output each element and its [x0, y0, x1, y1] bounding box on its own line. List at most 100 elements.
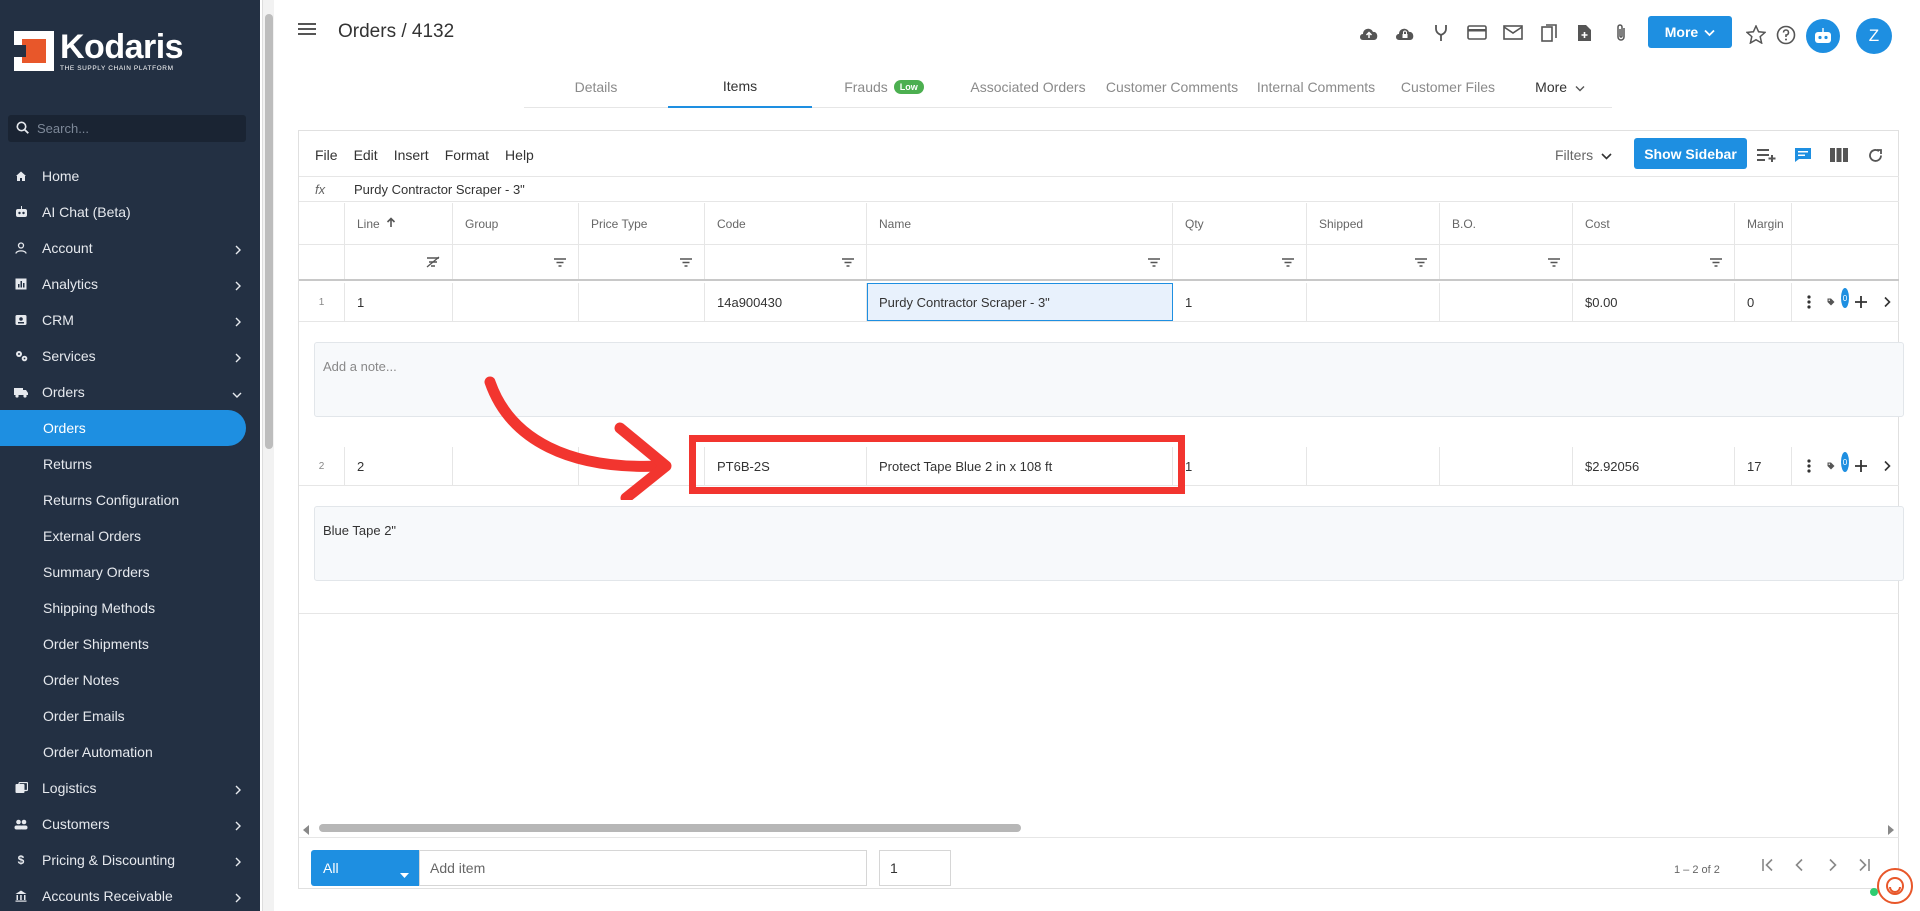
- previous-page-icon[interactable]: [1793, 858, 1807, 875]
- refresh-icon[interactable]: [1863, 144, 1887, 166]
- sidebar-item-orders-sub[interactable]: Orders: [0, 410, 246, 446]
- column-header-qty[interactable]: Qty: [1173, 203, 1307, 244]
- cell-margin[interactable]: 0: [1735, 283, 1792, 321]
- sidebar-item-order-emails[interactable]: Order Emails: [0, 698, 260, 734]
- sidebar-item-order-shipments[interactable]: Order Shipments: [0, 626, 260, 662]
- sort-ascending-icon[interactable]: [386, 216, 396, 231]
- add-row-icon[interactable]: [1755, 144, 1779, 166]
- filter-icon[interactable]: [453, 245, 579, 279]
- sidebar-item-summary-orders[interactable]: Summary Orders: [0, 554, 260, 590]
- sidebar-item-logistics[interactable]: Logistics: [0, 770, 260, 806]
- cell-code[interactable]: 14a900430: [705, 283, 867, 321]
- filter-icon[interactable]: [1173, 245, 1307, 279]
- cloud-lock-icon[interactable]: [1392, 20, 1417, 45]
- show-sidebar-button[interactable]: Show Sidebar: [1634, 138, 1747, 169]
- more-vert-icon[interactable]: [1801, 456, 1817, 476]
- cell-bo[interactable]: [1440, 447, 1573, 485]
- next-page-icon[interactable]: [1825, 858, 1839, 875]
- sidebar-item-order-notes[interactable]: Order Notes: [0, 662, 260, 698]
- first-page-icon[interactable]: [1761, 858, 1775, 875]
- comment-icon[interactable]: [1791, 144, 1815, 166]
- tab-details[interactable]: Details: [524, 66, 668, 108]
- column-header-shipped[interactable]: Shipped: [1307, 203, 1440, 244]
- cell-cost[interactable]: $2.92056: [1573, 447, 1735, 485]
- chat-support-icon[interactable]: [1877, 868, 1913, 904]
- column-header-group[interactable]: Group: [453, 203, 579, 244]
- column-header-name[interactable]: Name: [867, 203, 1173, 244]
- help-icon[interactable]: [1776, 25, 1796, 48]
- cell-line[interactable]: 1: [345, 283, 453, 321]
- sidebar-scrollbar-thumb[interactable]: [265, 14, 273, 449]
- filter-icon[interactable]: [1307, 245, 1440, 279]
- formula-bar[interactable]: fx Purdy Contractor Scraper - 3": [299, 177, 1899, 202]
- column-header-margin[interactable]: Margin: [1735, 203, 1792, 244]
- column-header-cost[interactable]: Cost: [1573, 203, 1735, 244]
- kodaris-logo[interactable]: Kodaris THE SUPPLY CHAIN PLATFORM: [14, 30, 184, 73]
- sidebar-scrollbar[interactable]: [262, 0, 274, 911]
- paperclip-icon[interactable]: [1608, 20, 1633, 45]
- clear-filter-icon[interactable]: [345, 245, 453, 279]
- plus-icon[interactable]: [1853, 456, 1869, 476]
- filter-icon[interactable]: [1440, 245, 1573, 279]
- tab-customer-comments[interactable]: Customer Comments: [1100, 66, 1244, 108]
- last-page-icon[interactable]: [1857, 858, 1871, 875]
- avatar[interactable]: Z: [1856, 18, 1892, 54]
- filter-icon[interactable]: [1573, 245, 1735, 279]
- sidebar-item-analytics[interactable]: Analytics: [0, 266, 260, 302]
- scope-select[interactable]: All: [311, 850, 419, 886]
- hamburger-menu-icon[interactable]: [298, 22, 316, 39]
- cell-qty[interactable]: 1: [1173, 447, 1307, 485]
- sidebar-item-returns[interactable]: Returns: [0, 446, 260, 482]
- chevron-right-icon[interactable]: [1879, 456, 1895, 476]
- column-header-bo[interactable]: B.O.: [1440, 203, 1573, 244]
- sidebar-search[interactable]: [8, 115, 246, 142]
- filter-icon[interactable]: [579, 245, 705, 279]
- sidebar-item-returns-configuration[interactable]: Returns Configuration: [0, 482, 260, 518]
- more-vert-icon[interactable]: [1801, 292, 1817, 312]
- sidebar-item-ai-chat[interactable]: AI Chat (Beta): [0, 194, 260, 230]
- column-header-price-type[interactable]: Price Type: [579, 203, 705, 244]
- horizontal-scrollbar-thumb[interactable]: [319, 824, 1021, 832]
- sidebar-item-home[interactable]: Home: [0, 158, 260, 194]
- merge-icon[interactable]: [1428, 20, 1453, 45]
- cell-bo[interactable]: [1440, 283, 1573, 321]
- table-row[interactable]: 1 1 14a900430 Purdy Contractor Scraper -…: [299, 283, 1899, 322]
- tab-items[interactable]: Items: [668, 66, 812, 108]
- cell-group[interactable]: [453, 283, 579, 321]
- scroll-left-icon[interactable]: [303, 823, 310, 838]
- cell-shipped[interactable]: [1307, 447, 1440, 485]
- star-icon[interactable]: [1745, 24, 1767, 47]
- sidebar-item-crm[interactable]: CRM: [0, 302, 260, 338]
- cell-line[interactable]: 2: [345, 447, 453, 485]
- sidebar-item-services[interactable]: Services: [0, 338, 260, 374]
- tag-icon[interactable]: 0: [1827, 452, 1849, 476]
- menu-file[interactable]: File: [315, 147, 338, 163]
- scroll-right-icon[interactable]: [1887, 823, 1894, 838]
- cell-shipped[interactable]: [1307, 283, 1440, 321]
- plus-icon[interactable]: [1853, 292, 1869, 312]
- cell-margin[interactable]: 17: [1735, 447, 1792, 485]
- filters-dropdown[interactable]: Filters: [1555, 147, 1612, 163]
- filter-icon[interactable]: [867, 245, 1173, 279]
- horizontal-scrollbar[interactable]: [299, 821, 1899, 835]
- sidebar-item-accounts-receivable[interactable]: Accounts Receivable: [0, 878, 260, 911]
- columns-icon[interactable]: [1827, 144, 1851, 166]
- chevron-right-icon[interactable]: [1879, 292, 1895, 312]
- credit-card-icon[interactable]: [1464, 20, 1489, 45]
- cell-qty[interactable]: 1: [1173, 283, 1307, 321]
- row-note-field[interactable]: Blue Tape 2": [314, 506, 1904, 581]
- menu-help[interactable]: Help: [505, 147, 534, 163]
- cell-price-type[interactable]: [579, 283, 705, 321]
- sidebar-item-order-automation[interactable]: Order Automation: [0, 734, 260, 770]
- tab-customer-files[interactable]: Customer Files: [1388, 66, 1508, 108]
- search-input[interactable]: [37, 121, 227, 136]
- column-header-code[interactable]: Code: [705, 203, 867, 244]
- tag-icon[interactable]: 0: [1827, 288, 1849, 312]
- filter-icon[interactable]: [705, 245, 867, 279]
- copy-icon[interactable]: [1536, 20, 1561, 45]
- menu-insert[interactable]: Insert: [394, 147, 429, 163]
- file-add-icon[interactable]: [1572, 20, 1597, 45]
- ai-assistant-robot-icon[interactable]: [1806, 19, 1840, 53]
- more-button[interactable]: More: [1648, 16, 1732, 48]
- add-item-input[interactable]: Add item: [419, 850, 867, 886]
